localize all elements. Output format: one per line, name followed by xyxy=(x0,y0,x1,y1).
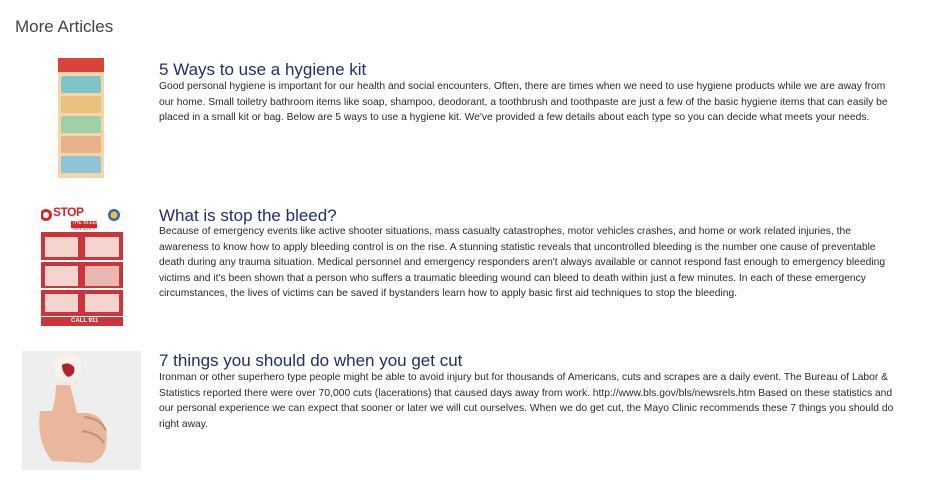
article-excerpt: Ironman or other superhero type people m… xyxy=(159,372,894,430)
bandaged-thumb-thumbnail[interactable] xyxy=(22,351,141,470)
article-title-link[interactable]: What is stop the bleed? xyxy=(159,206,337,226)
article-title-link[interactable]: 7 things you should do when you get cut xyxy=(159,351,462,371)
hygiene-infographic-thumbnail[interactable] xyxy=(58,58,104,178)
stop-label: STOP xyxy=(53,205,84,219)
infographic-header xyxy=(58,58,104,72)
thumbs-up-image xyxy=(22,351,141,470)
save-a-life-label: SAVE A LIFE xyxy=(72,226,96,231)
article-excerpt: Because of emergency events like active … xyxy=(159,226,886,300)
call-911-label: CALL 911 xyxy=(71,318,99,324)
article-title-link[interactable]: 5 Ways to use a hygiene kit xyxy=(159,60,366,80)
section-title: More Articles xyxy=(15,17,114,36)
article-excerpt: Good personal hygiene is important for o… xyxy=(159,81,888,124)
stop-the-bleed-thumbnail[interactable]: STOP THE BLEED SAVE A LIFE CALL 911 xyxy=(41,204,123,326)
